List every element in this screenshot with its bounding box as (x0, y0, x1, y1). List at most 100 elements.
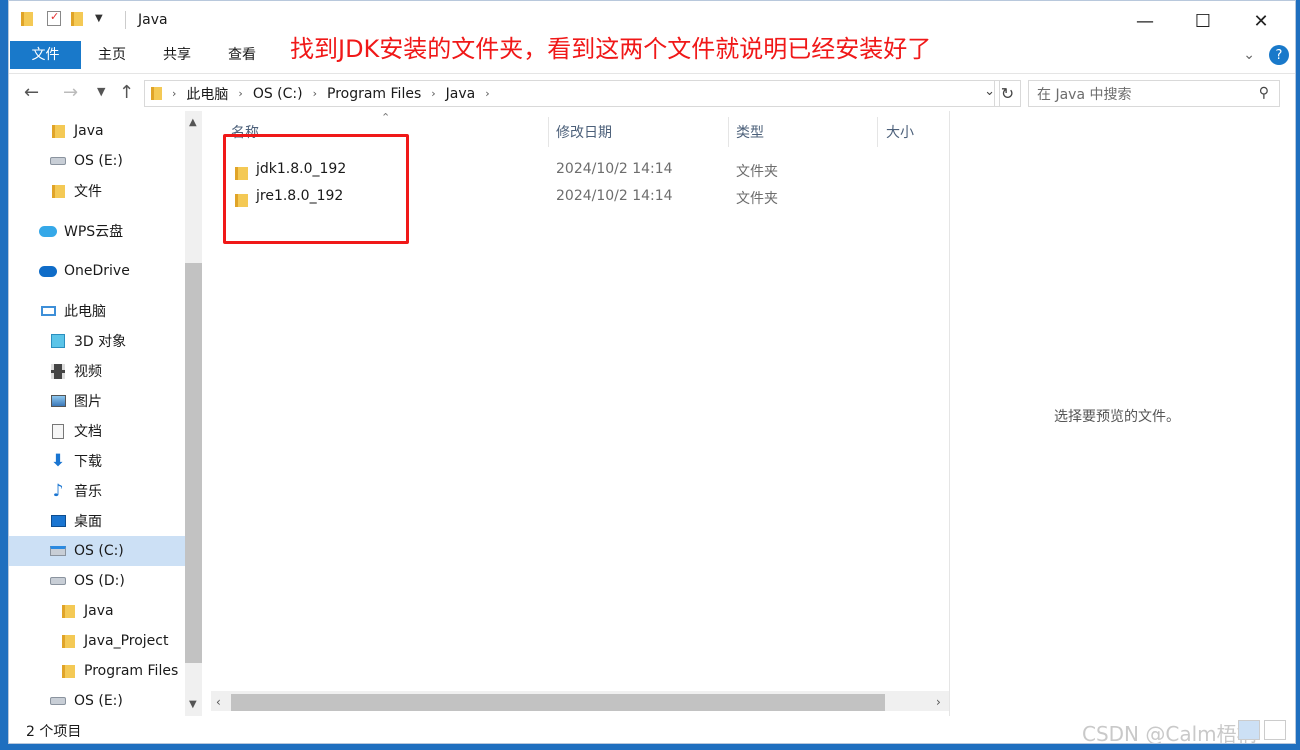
refresh-icon: ↻ (1000, 84, 1015, 103)
chevron-right-icon: › (172, 87, 177, 100)
chevron-right-icon[interactable]: › (485, 87, 489, 100)
minimize-button[interactable]: — (1116, 1, 1174, 41)
drive-icon (50, 157, 66, 165)
cloud-icon (39, 225, 57, 237)
folder-icon (61, 604, 75, 618)
help-icon[interactable]: ? (1269, 45, 1289, 65)
navigation-pane: Java OS (E:) 文件 WPS云盘 OneDrive 此电脑 3D 对象… (9, 111, 202, 716)
column-header-type[interactable]: 类型 (736, 122, 764, 142)
nav-item-java-d[interactable]: Java (59, 596, 114, 626)
breadcrumb-this-pc[interactable]: 此电脑 (186, 84, 228, 104)
file-type: 文件夹 (736, 191, 778, 207)
breadcrumb-os-c[interactable]: OS (C:) (253, 86, 303, 102)
nav-scrollbar-thumb[interactable] (185, 263, 202, 663)
nav-item-os-d[interactable]: OS (D:) (49, 566, 125, 596)
title-divider (125, 11, 126, 29)
scroll-up-icon[interactable]: ▲ (189, 117, 197, 128)
nav-item-videos[interactable]: 视频 (49, 356, 102, 386)
annotation-text: 找到JDK安装的文件夹，看到这两个文件就说明已经安装好了 (290, 35, 932, 63)
breadcrumb-program-files[interactable]: Program Files (327, 86, 421, 102)
close-button[interactable]: ✕ (1232, 1, 1290, 41)
download-icon: ⬇ (50, 451, 66, 471)
folder-icon (21, 11, 33, 26)
document-icon (52, 423, 64, 439)
status-bar: 2 个项目 CSDN @Calm梧桐 (9, 716, 1295, 743)
chevron-right-icon[interactable]: › (313, 87, 317, 100)
folder-icon (61, 634, 75, 648)
picture-icon (50, 395, 66, 407)
sort-ascending-icon: ⌃ (381, 111, 391, 124)
chevron-right-icon[interactable]: › (431, 87, 435, 100)
folder-icon (151, 87, 162, 100)
scroll-right-icon[interactable]: › (936, 695, 941, 709)
scroll-down-icon[interactable]: ▼ (189, 699, 197, 710)
address-bar[interactable]: › 此电脑 › OS (C:) › Program Files › Java ›… (144, 80, 1000, 107)
search-input[interactable]: 在 Java 中搜索 ⚲ (1028, 80, 1280, 107)
drive-icon (50, 577, 66, 585)
column-header-modified[interactable]: 修改日期 (556, 122, 612, 142)
expand-ribbon-icon[interactable]: ⌄ (1243, 47, 1255, 63)
desktop-icon (50, 515, 66, 527)
nav-item-onedrive[interactable]: OneDrive (39, 256, 130, 286)
nav-item-3d-objects[interactable]: 3D 对象 (49, 326, 126, 356)
column-divider[interactable] (548, 117, 549, 147)
folder-icon (61, 664, 75, 678)
nav-item-downloads[interactable]: ⬇ 下载 (49, 446, 102, 476)
tab-view[interactable]: 查看 (219, 41, 265, 69)
file-modified: 2024/10/2 14:14 (556, 161, 673, 177)
nav-item-os-e[interactable]: OS (E:) (49, 146, 123, 176)
scroll-left-icon[interactable]: ‹ (216, 695, 221, 709)
column-divider[interactable] (877, 117, 878, 147)
nav-item-java-project[interactable]: Java_Project (59, 626, 168, 656)
nav-item-this-pc[interactable]: 此电脑 (39, 296, 106, 326)
folder-icon (51, 184, 65, 198)
quick-access-toolbar: ✓ ▼ (21, 10, 103, 26)
nav-item-wps-cloud[interactable]: WPS云盘 (39, 216, 123, 246)
tab-share[interactable]: 共享 (154, 41, 200, 69)
file-scrollbar-thumb[interactable] (231, 694, 885, 711)
nav-item-files[interactable]: 文件 (49, 176, 102, 206)
nav-item-os-c[interactable]: OS (C:) (9, 536, 185, 566)
nav-item-os-e-2[interactable]: OS (E:) (49, 686, 123, 716)
column-header-size[interactable]: 大小 (886, 122, 914, 142)
highlight-box (223, 134, 409, 244)
computer-icon (40, 306, 56, 316)
chevron-right-icon[interactable]: › (238, 87, 242, 100)
tab-file[interactable]: 文件 (10, 41, 81, 69)
customize-toolbar-icon[interactable]: ▼ (95, 13, 103, 24)
ribbon-right-controls: ⌄ ? (1243, 45, 1295, 65)
properties-icon[interactable]: ✓ (47, 10, 61, 26)
music-icon: ♪ (52, 481, 64, 501)
refresh-button[interactable]: ↻ (994, 80, 1021, 107)
preview-message: 选择要预览的文件。 (1054, 409, 1180, 425)
nav-item-music[interactable]: ♪ 音乐 (49, 476, 102, 506)
maximize-button[interactable]: ☐ (1174, 1, 1232, 41)
nav-item-pictures[interactable]: 图片 (49, 386, 102, 416)
up-arrow-icon[interactable]: ↑ (119, 82, 134, 103)
breadcrumb-java[interactable]: Java (446, 86, 476, 102)
details-view-button[interactable] (1238, 720, 1260, 740)
new-folder-icon[interactable] (71, 11, 83, 26)
item-count: 2 个项目 (26, 724, 82, 740)
drive-icon (50, 697, 66, 705)
tab-home[interactable]: 主页 (89, 41, 135, 69)
nav-item-program-files[interactable]: Program Files (59, 656, 178, 686)
nav-item-desktop[interactable]: 桌面 (49, 506, 102, 536)
column-divider[interactable] (728, 117, 729, 147)
folder-icon (51, 124, 65, 138)
large-icons-view-button[interactable] (1264, 720, 1286, 740)
cube-icon (51, 334, 65, 348)
nav-item-java[interactable]: Java (49, 116, 104, 146)
search-icon: ⚲ (1258, 85, 1269, 101)
navigation-bar: ← → ▼ ↑ › 此电脑 › OS (C:) › Program Files … (9, 73, 1295, 111)
forward-arrow-icon[interactable]: → (63, 82, 78, 103)
explorer-window: ✓ ▼ Java — ☐ ✕ 文件 主页 共享 查看 找到JDK安装的文件夹，看… (8, 0, 1296, 744)
video-icon (51, 363, 65, 379)
preview-pane: 选择要预览的文件。 (949, 111, 1295, 716)
file-list: ⌃ 名称 修改日期 类型 大小 jdk1.8.0_192 2024/10/2 1… (211, 111, 949, 716)
file-modified: 2024/10/2 14:14 (556, 188, 673, 204)
recent-locations-icon[interactable]: ▼ (97, 85, 105, 98)
file-type: 文件夹 (736, 164, 778, 180)
back-arrow-icon[interactable]: ← (24, 82, 39, 103)
nav-item-documents[interactable]: 文档 (49, 416, 102, 446)
